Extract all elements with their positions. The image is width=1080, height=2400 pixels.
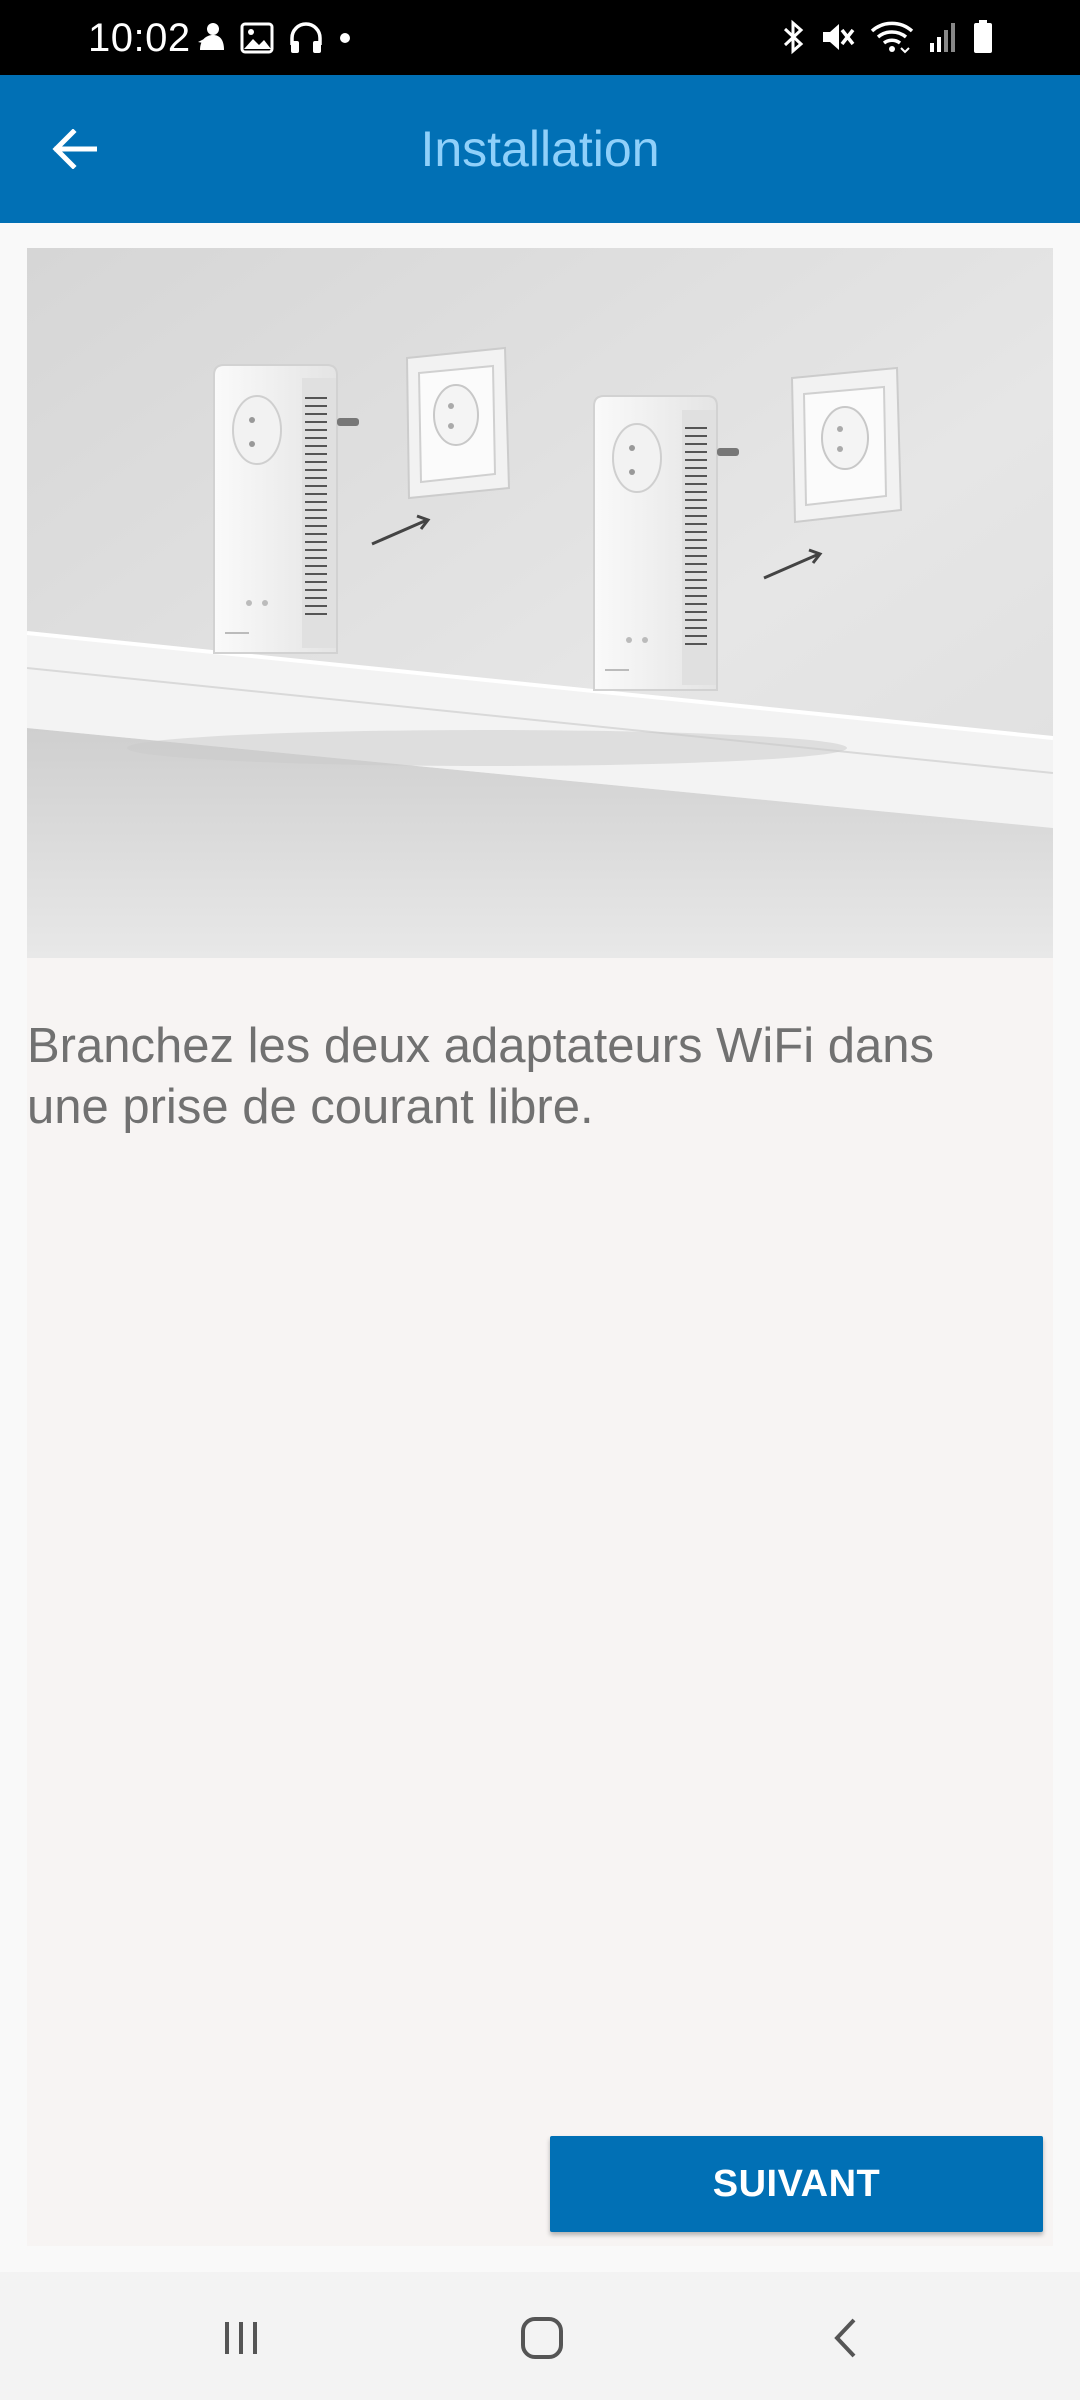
system-nav-bar	[0, 2272, 1080, 2400]
battery-icon	[974, 20, 992, 53]
signal-icon	[930, 23, 955, 52]
headphones-icon	[290, 22, 322, 53]
dot-icon	[340, 33, 350, 43]
page-title: Installation	[420, 121, 660, 177]
app-bar: Installation	[0, 75, 1080, 223]
bluetooth-icon	[783, 19, 804, 55]
back-icon	[834, 2318, 856, 2358]
instruction-text: Branchez les deux adaptateurs WiFi dans …	[27, 1019, 934, 1134]
home-button[interactable]	[492, 2306, 592, 2370]
status-notification-icons	[196, 18, 352, 58]
mute-icon	[823, 24, 855, 50]
status-system-icons	[782, 16, 994, 58]
wifi-icon	[870, 21, 914, 54]
status-bar: 10:02	[0, 0, 1080, 75]
hero-image	[27, 248, 1053, 958]
next-button[interactable]: SUIVANT	[550, 2136, 1043, 2232]
recents-button[interactable]	[191, 2306, 291, 2370]
notification-app-icon	[198, 23, 224, 50]
gallery-icon	[240, 22, 274, 54]
content-card: Branchez les deux adaptateurs WiFi dans …	[27, 248, 1053, 2246]
nav-back-button[interactable]	[795, 2306, 895, 2370]
status-time: 10:02	[88, 16, 191, 60]
home-icon	[521, 2317, 563, 2359]
recents-icon	[225, 2322, 257, 2354]
